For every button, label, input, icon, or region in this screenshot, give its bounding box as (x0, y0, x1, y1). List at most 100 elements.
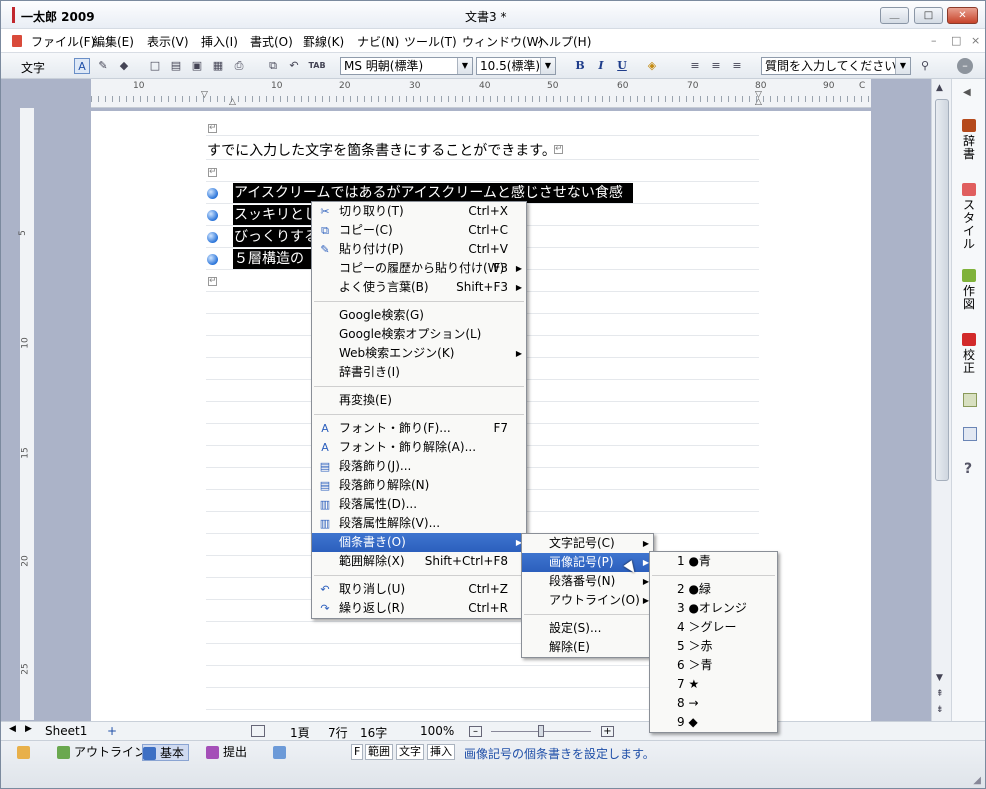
image-symbol-submenu-item[interactable]: 9 ◆ (650, 713, 777, 732)
document-panel-icon[interactable] (963, 427, 977, 441)
context-menu-item[interactable]: 範囲解除(X) Shift+Ctrl+F8 (312, 552, 526, 571)
bold-button[interactable]: B (572, 58, 588, 74)
context-menu-item[interactable]: よく使う言葉(B) Shift+F3 ▶ (312, 278, 526, 297)
help-icon[interactable]: ? (964, 461, 972, 477)
scroll-up-icon[interactable]: ▲ (936, 83, 943, 93)
zoom-out-icon[interactable]: – (469, 726, 482, 737)
close-button[interactable]: ✕ (947, 7, 978, 24)
outline-button[interactable]: アウトライン (57, 744, 146, 761)
context-menu-item[interactable]: A フォント・飾り(F)... F7 (312, 419, 526, 438)
bullet-submenu-item[interactable]: 設定(S)... (522, 619, 653, 638)
image-symbol-submenu-item[interactable]: 7 ★ (650, 675, 777, 694)
image-symbol-submenu-item[interactable]: 3 ●オレンジ (650, 599, 777, 618)
context-menu-item[interactable]: Google検索(G) (312, 306, 526, 325)
context-menu-item[interactable]: ▥ 段落属性解除(V)... (312, 514, 526, 533)
font-name-select[interactable]: MS 明朝(標準) ▼ (340, 57, 473, 75)
scroll-thumb[interactable] (935, 99, 949, 481)
search-button[interactable] (273, 744, 290, 761)
context-menu-item[interactable]: Google検索オプション(L) (312, 325, 526, 344)
panel-toggle-button[interactable] (17, 744, 34, 761)
align-left-icon[interactable]: ≡ (687, 58, 703, 74)
add-sheet-button[interactable]: + (107, 724, 117, 738)
save-as-icon[interactable]: ▦ (210, 58, 226, 74)
menu-edit[interactable]: 編集(E) (93, 33, 134, 50)
menu-window[interactable]: ウィンドウ(W) (462, 33, 543, 50)
context-menu-item[interactable]: 個条書き(O) ▶ (312, 533, 526, 552)
context-menu-item[interactable]: ↷ 繰り返し(R) Ctrl+R (312, 599, 526, 618)
image-symbol-submenu-item[interactable]: 4 ＞グレー (650, 618, 777, 637)
image-symbol-submenu-item[interactable]: 2 ●緑 (650, 580, 777, 599)
sidepanel-dictionary[interactable]: 辞書 (959, 119, 979, 161)
submit-button[interactable]: 提出 (206, 744, 247, 761)
context-menu-item[interactable]: ✂ 切り取り(T) Ctrl+X (312, 202, 526, 221)
indent-marker-icon[interactable]: ▽ (201, 90, 208, 100)
question-input[interactable]: 質問を入力してください ▼ (761, 57, 911, 75)
menu-navi[interactable]: ナビ(N) (357, 33, 399, 50)
image-symbol-submenu-item[interactable]: 1 ●青 (650, 552, 777, 571)
align-center-icon[interactable]: ≡ (708, 58, 724, 74)
collapse-arrow-icon[interactable]: ◀ (963, 87, 971, 98)
align-right-icon[interactable]: ≡ (729, 58, 745, 74)
indent-marker-icon[interactable]: △ (229, 97, 236, 107)
bullet-submenu-item[interactable]: 解除(E) (522, 638, 653, 657)
vertical-scrollbar[interactable]: ▲ ▼ ⇞ ⇟ (931, 79, 951, 721)
draw-icon[interactable]: ◆ (116, 58, 132, 74)
paste-special-icon[interactable]: ⧉ (265, 58, 281, 74)
scroll-down-icon[interactable]: ▼ (936, 673, 943, 683)
open-folder-icon[interactable]: ▤ (168, 58, 184, 74)
maximize-button[interactable]: □ (914, 7, 943, 24)
sheet-prev-icon[interactable]: ◀ (9, 724, 16, 734)
menu-tools[interactable]: ツール(T) (404, 33, 457, 50)
menu-file[interactable]: ファイル(F) (31, 33, 95, 50)
bullet-submenu-item[interactable]: 文字記号(C) ▶ (522, 534, 653, 553)
right-margin-marker-icon[interactable]: △ (755, 97, 762, 107)
intro-text[interactable]: すでに入力した文字を箇条書きにすることができます。 (207, 140, 556, 160)
context-menu-item[interactable]: コピーの履歴から貼り付け(W) F3 ▶ (312, 259, 526, 278)
menu-ruled-line[interactable]: 罫線(K) (303, 33, 344, 50)
context-menu-item[interactable]: Web検索エンジン(K) ▶ (312, 344, 526, 363)
zoom-in-icon[interactable]: + (601, 726, 614, 737)
context-menu-item[interactable]: ⧉ コピー(C) Ctrl+C (312, 221, 526, 240)
doc-restore-button[interactable]: □ (951, 34, 961, 47)
page-down-icon[interactable]: ⇟ (936, 705, 944, 715)
bullet-line-selected[interactable]: びっくりする (233, 227, 311, 247)
sidepanel-proofread[interactable]: 校正 (959, 333, 979, 375)
zoom-select[interactable]: 100% (420, 724, 454, 738)
basic-mode-button[interactable]: 基本 (142, 744, 190, 761)
resize-grip-icon[interactable]: ◢ (973, 775, 981, 786)
sheet-next-icon[interactable]: ▶ (25, 724, 32, 734)
bullet-line-selected[interactable]: スッキリとした (233, 205, 311, 225)
pen-icon[interactable]: ✎ (95, 58, 111, 74)
page-up-icon[interactable]: ⇞ (936, 689, 944, 699)
document-icon[interactable] (12, 35, 22, 47)
menu-help[interactable]: ヘルプ(H) (537, 33, 591, 50)
minimize-button[interactable]: ＿ (880, 7, 909, 24)
bullet-submenu-item[interactable]: 段落番号(N) ▶ (522, 572, 653, 591)
assistant-icon[interactable]: ⚲ (917, 58, 933, 74)
options-icon[interactable]: – (957, 58, 973, 74)
new-document-icon[interactable]: □ (147, 58, 163, 74)
context-menu-item[interactable]: ✎ 貼り付け(P) Ctrl+V (312, 240, 526, 259)
context-menu-item[interactable]: ▥ 段落属性(D)... (312, 495, 526, 514)
highlight-icon[interactable]: ◈ (644, 58, 660, 74)
context-menu-item[interactable]: A フォント・飾り解除(A)... (312, 438, 526, 457)
context-menu-item[interactable]: ▤ 段落飾り(J)... (312, 457, 526, 476)
undo-toolbar-icon[interactable]: ↶ (286, 58, 302, 74)
bullet-line-selected[interactable]: ５層構造の (233, 249, 311, 269)
context-menu-item[interactable]: ↶ 取り消し(U) Ctrl+Z (312, 580, 526, 599)
context-menu-item[interactable]: 再変換(E) (312, 391, 526, 410)
zoom-slider-thumb[interactable] (538, 725, 544, 737)
menu-insert[interactable]: 挿入(I) (201, 33, 238, 50)
bullet-line-selected[interactable]: アイスクリームではあるがアイスクリームと感じさせない食感 (233, 183, 633, 203)
save-icon[interactable]: ▣ (189, 58, 205, 74)
menu-format[interactable]: 書式(O) (250, 33, 293, 50)
doc-minimize-button[interactable]: – (931, 34, 937, 47)
sidepanel-drawing[interactable]: 作図 (959, 269, 979, 311)
print-icon[interactable]: ⎙ (231, 58, 247, 74)
image-symbol-submenu-item[interactable]: 8 → (650, 694, 777, 713)
image-symbol-submenu-item[interactable]: 5 ＞赤 (650, 637, 777, 656)
sheet-tab[interactable]: Sheet1 (45, 724, 87, 738)
sidepanel-style[interactable]: スタイル (959, 183, 979, 251)
clipboard-icon[interactable] (963, 393, 977, 407)
image-symbol-submenu-item[interactable]: 6 ＞青 (650, 656, 777, 675)
